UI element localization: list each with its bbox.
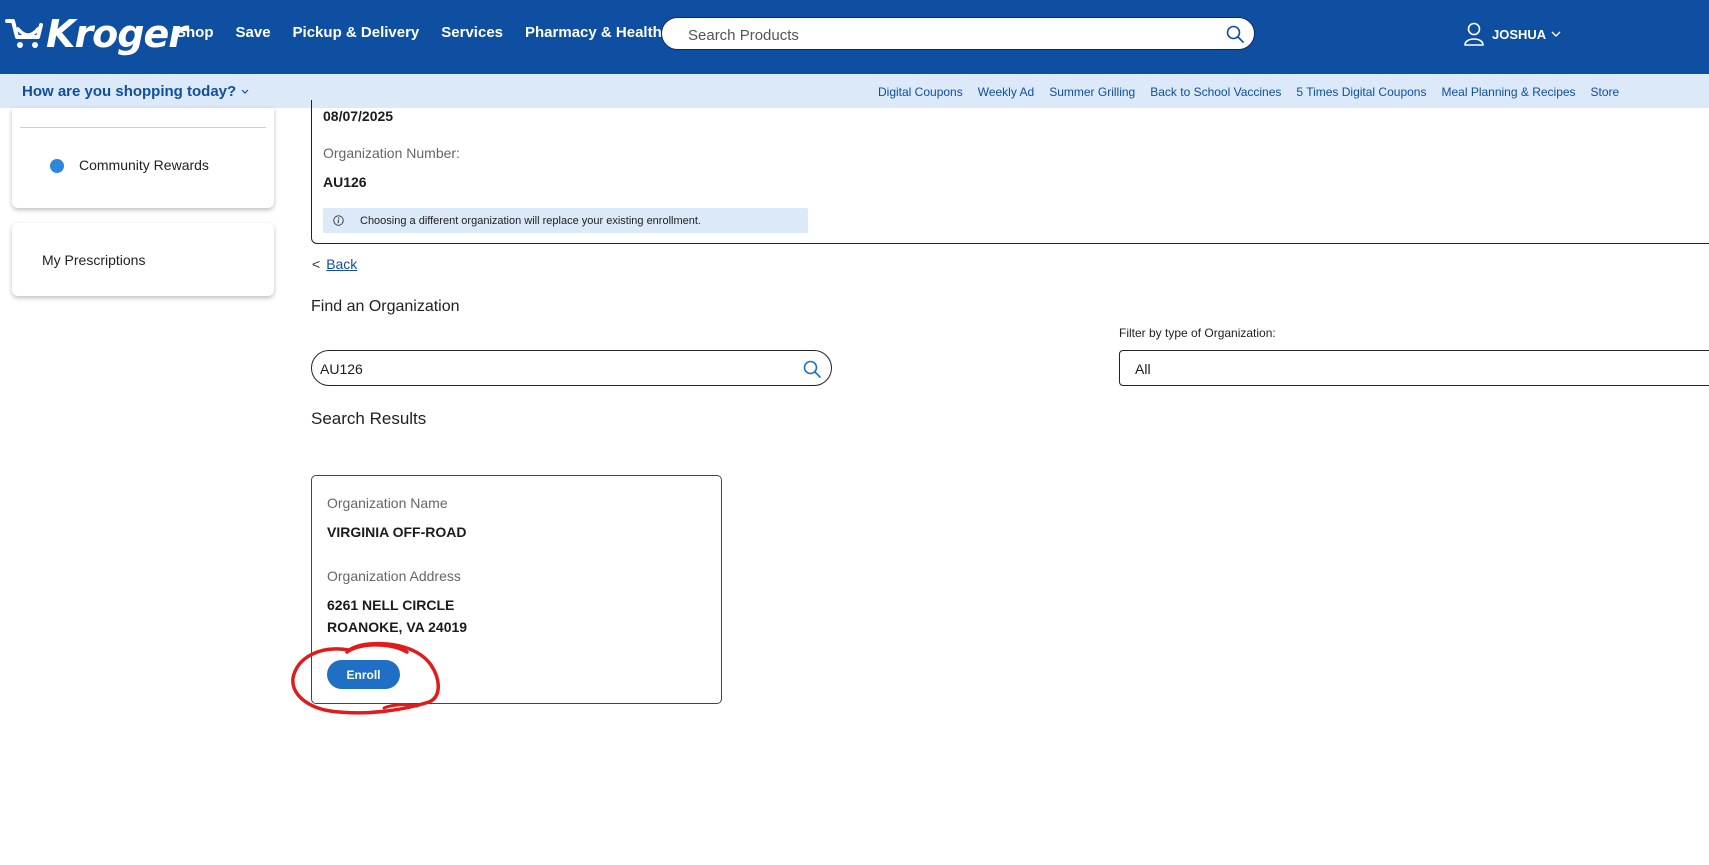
filter-type-label: Filter by type of Organization: <box>1119 326 1276 340</box>
account-menu[interactable]: JOSHUA <box>1463 22 1561 46</box>
back-nav: < Back <box>312 256 357 272</box>
sidebar-prescriptions-card[interactable]: My Prescriptions <box>12 223 274 296</box>
chevron-down-icon <box>1551 31 1561 37</box>
link-meal-planning-recipes[interactable]: Meal Planning & Recipes <box>1441 85 1575 99</box>
replace-enrollment-notice: Choosing a different organization will r… <box>323 208 808 233</box>
org-address-line2: ROANOKE, VA 24019 <box>327 619 468 635</box>
link-summer-grilling[interactable]: Summer Grilling <box>1049 85 1135 99</box>
find-organization-heading: Find an Organization <box>311 298 460 315</box>
back-chevron: < <box>312 256 321 272</box>
org-number-label: Organization Number: <box>323 145 460 161</box>
notice-text: Choosing a different organization will r… <box>360 214 701 227</box>
shopping-mode-dropdown[interactable]: How are you shopping today? <box>22 83 249 100</box>
link-5-times-digital-coupons[interactable]: 5 Times Digital Coupons <box>1296 85 1426 99</box>
organization-type-select[interactable]: All <box>1119 350 1709 386</box>
shopping-mode-label: How are you shopping today? <box>22 83 237 100</box>
user-icon <box>1464 22 1484 46</box>
kroger-logo[interactable]: Kroger <box>4 6 187 62</box>
top-navigation-bar: Kroger Shop Save Pickup & Delivery Servi… <box>0 0 1709 74</box>
search-placeholder: Search Products <box>688 27 799 44</box>
current-enrollment-panel: 08/07/2025 Organization Number: AU126 Ch… <box>311 100 1709 244</box>
sidebar-rewards-card: Community Rewards <box>12 108 274 208</box>
search-icon[interactable] <box>803 360 821 378</box>
link-back-to-school-vaccines[interactable]: Back to School Vaccines <box>1150 85 1281 99</box>
active-indicator-dot <box>50 159 64 173</box>
org-name-label: Organization Name <box>327 495 448 511</box>
org-address-label: Organization Address <box>327 568 461 584</box>
back-link[interactable]: Back <box>326 256 357 272</box>
nav-save[interactable]: Save <box>236 24 271 41</box>
product-search-input[interactable]: Search Products <box>661 17 1255 50</box>
enroll-button[interactable]: Enroll <box>327 660 400 689</box>
search-results-heading: Search Results <box>311 409 427 428</box>
chevron-down-icon <box>241 89 249 94</box>
info-icon <box>333 215 344 226</box>
organization-search-value: AU126 <box>320 361 363 377</box>
link-digital-coupons[interactable]: Digital Coupons <box>878 85 963 99</box>
organization-type-value: All <box>1135 361 1151 377</box>
enrollment-date: 08/07/2025 <box>323 108 394 124</box>
nav-shop[interactable]: Shop <box>176 24 214 41</box>
org-address-line1: 6261 NELL CIRCLE <box>327 597 455 613</box>
user-name: JOSHUA <box>1492 26 1547 42</box>
divider <box>20 127 266 128</box>
org-number-value: AU126 <box>323 174 367 190</box>
sidebar-item-my-prescriptions[interactable]: My Prescriptions <box>42 252 145 268</box>
nav-pharmacy-health[interactable]: Pharmacy & Health <box>525 24 662 41</box>
link-weekly-ad[interactable]: Weekly Ad <box>978 85 1034 99</box>
organization-search-input[interactable]: AU126 <box>311 350 832 386</box>
cart-logo-icon <box>5 19 43 48</box>
nav-pickup-delivery[interactable]: Pickup & Delivery <box>293 24 420 41</box>
org-name-value: VIRGINIA OFF-ROAD <box>327 524 467 540</box>
quick-links: Digital Coupons Weekly Ad Summer Grillin… <box>878 85 1634 99</box>
organization-result-card: Organization Name VIRGINIA OFF-ROAD Orga… <box>311 475 722 704</box>
sidebar-item-community-rewards[interactable]: Community Rewards <box>79 157 209 173</box>
search-icon[interactable] <box>1226 25 1244 43</box>
main-nav: Shop Save Pickup & Delivery Services Pha… <box>176 24 684 41</box>
nav-services[interactable]: Services <box>441 24 503 41</box>
logo-wordmark: Kroger <box>46 12 187 56</box>
link-store[interactable]: Store <box>1591 85 1620 99</box>
